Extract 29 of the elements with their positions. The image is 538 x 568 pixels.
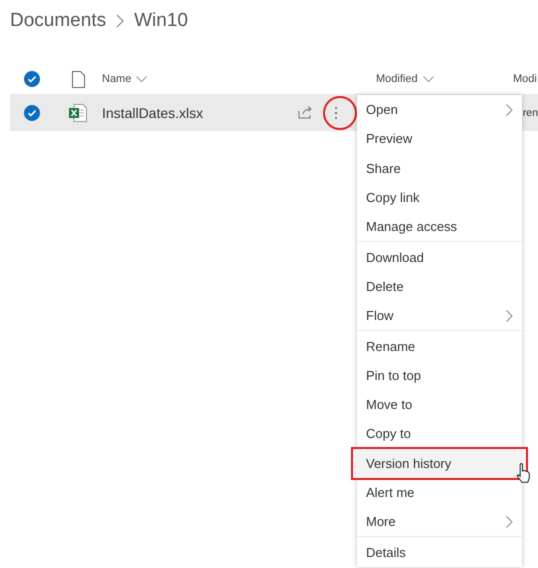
menu-item[interactable]: Open bbox=[357, 95, 522, 124]
column-header[interactable]: Modified bbox=[376, 73, 418, 85]
table-cell: ren bbox=[522, 106, 538, 118]
menu-item[interactable]: Download bbox=[357, 242, 522, 272]
check-circle-icon[interactable] bbox=[24, 71, 40, 87]
file-icon bbox=[72, 70, 84, 88]
menu-item[interactable]: Rename bbox=[357, 331, 522, 361]
menu-item[interactable]: Copy link bbox=[357, 182, 522, 212]
spreadsheet-file-icon bbox=[69, 104, 87, 122]
check-circle-icon[interactable] bbox=[24, 104, 40, 120]
menu-item[interactable]: More bbox=[357, 507, 522, 536]
menu-item[interactable]: Details bbox=[357, 537, 522, 567]
breadcrumb-item[interactable]: Win10 bbox=[134, 10, 188, 32]
column-header[interactable]: Name bbox=[102, 73, 132, 85]
share-icon[interactable] bbox=[298, 106, 313, 119]
file-name[interactable]: InstallDates.xlsx bbox=[102, 104, 298, 120]
menu-item[interactable]: Delete bbox=[357, 272, 522, 302]
menu-item[interactable]: Flow bbox=[357, 301, 522, 330]
menu-item[interactable]: Pin to top bbox=[357, 360, 522, 390]
breadcrumb-item[interactable]: Documents bbox=[10, 10, 106, 32]
menu-item[interactable]: Share bbox=[357, 154, 522, 183]
chevron-right-icon bbox=[116, 14, 124, 28]
menu-item[interactable]: Manage access bbox=[357, 212, 522, 242]
menu-item[interactable]: Alert me bbox=[357, 478, 522, 508]
menu-item[interactable]: Copy to bbox=[357, 419, 522, 449]
menu-item[interactable]: Version history bbox=[353, 448, 526, 478]
menu-item[interactable]: Move to bbox=[357, 390, 522, 420]
menu-item[interactable]: Preview bbox=[357, 124, 522, 154]
column-header[interactable]: Modi bbox=[513, 73, 537, 85]
